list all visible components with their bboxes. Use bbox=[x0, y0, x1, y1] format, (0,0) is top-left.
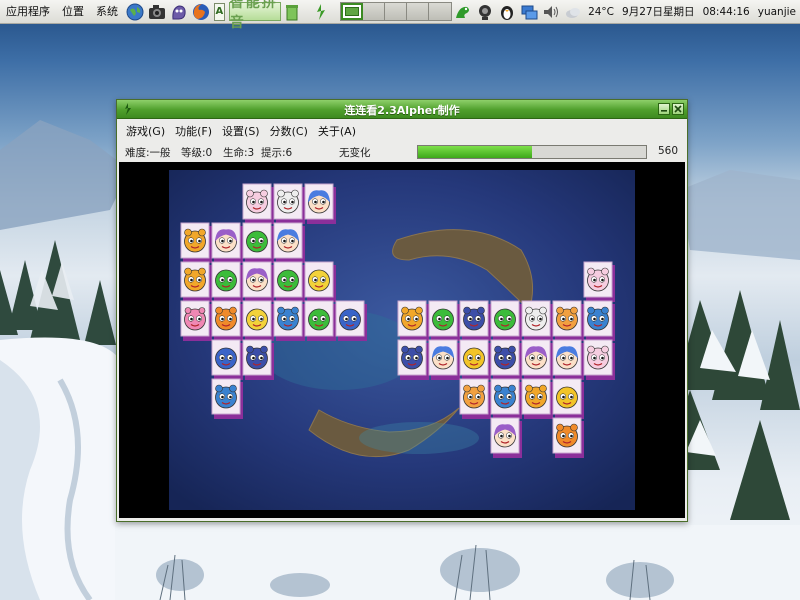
tile-greenfrog[interactable] bbox=[211, 261, 243, 302]
camera-icon[interactable] bbox=[147, 2, 167, 22]
workspace-switcher[interactable] bbox=[340, 2, 453, 21]
system-menu[interactable]: 系统 bbox=[90, 0, 124, 24]
tile-purplegirl[interactable] bbox=[211, 222, 243, 263]
tile-pinkrabbit[interactable] bbox=[180, 300, 212, 341]
difficulty-label: 难度:一般 bbox=[125, 147, 171, 159]
webcam-icon[interactable] bbox=[475, 2, 495, 22]
trash-icon[interactable] bbox=[282, 2, 302, 22]
game-board bbox=[169, 170, 635, 510]
window-title: 连连看2.3Alpher制作 bbox=[344, 104, 460, 117]
tile-bluecat[interactable] bbox=[397, 339, 429, 380]
tile-bluecat[interactable] bbox=[490, 339, 522, 380]
tile-orangelion[interactable] bbox=[211, 300, 243, 341]
tile-orangelion[interactable] bbox=[552, 417, 584, 458]
workspace-1[interactable] bbox=[341, 3, 364, 20]
minimize-button[interactable] bbox=[658, 103, 670, 115]
tile-bluedog[interactable] bbox=[490, 378, 522, 419]
earth-icon[interactable] bbox=[125, 2, 145, 22]
change-label: 无变化 bbox=[339, 147, 371, 159]
applications-menu[interactable]: 应用程序 bbox=[0, 0, 56, 24]
tile-pinkcat[interactable] bbox=[583, 261, 615, 302]
tile-greenfrog[interactable] bbox=[242, 222, 274, 263]
time-label[interactable]: 08:44:16 bbox=[699, 6, 754, 18]
close-icon bbox=[674, 105, 682, 113]
close-button[interactable] bbox=[672, 103, 684, 115]
tile-yellowcat[interactable] bbox=[397, 300, 429, 341]
tile-blueshark[interactable] bbox=[335, 300, 367, 341]
menu-about[interactable]: 关于(A) bbox=[313, 123, 361, 139]
menu-score[interactable]: 分数(C) bbox=[265, 123, 313, 139]
tile-yellowcat[interactable] bbox=[180, 222, 212, 263]
lives-label: 生命:3 bbox=[223, 147, 255, 159]
top-panel: 应用程序 位置 系统 A 智能拼音 24°C 9月27日星期日 08:44:16… bbox=[0, 0, 800, 31]
tile-bluedog[interactable] bbox=[273, 300, 305, 341]
workspace-3[interactable] bbox=[385, 3, 408, 20]
workspace-4[interactable] bbox=[407, 3, 430, 20]
firefox-icon[interactable] bbox=[191, 2, 211, 22]
dragon-icon[interactable] bbox=[453, 2, 473, 22]
pidgin-icon[interactable] bbox=[169, 2, 189, 22]
tile-yellowchick[interactable] bbox=[304, 261, 336, 302]
menu-game[interactable]: 游戏(G) bbox=[121, 123, 170, 139]
tile-purplegirl[interactable] bbox=[242, 261, 274, 302]
tile-yellowcat[interactable] bbox=[180, 261, 212, 302]
hints-label: 提示:6 bbox=[261, 147, 293, 159]
workspace-2[interactable] bbox=[363, 3, 386, 20]
tile-greenfrog[interactable] bbox=[304, 300, 336, 341]
workspace-window-thumb bbox=[345, 7, 360, 16]
score-value: 560 bbox=[658, 145, 679, 157]
menu-settings[interactable]: 设置(S) bbox=[217, 123, 265, 139]
ime-label: 智能拼音 bbox=[229, 0, 278, 31]
tile-yellowcat[interactable] bbox=[521, 378, 553, 419]
temperature[interactable]: 24°C bbox=[584, 6, 618, 18]
volume-icon[interactable] bbox=[541, 2, 561, 22]
leaf-icon[interactable] bbox=[311, 2, 331, 22]
tile-greenfrog[interactable] bbox=[490, 300, 522, 341]
tile-whitedog[interactable] bbox=[521, 300, 553, 341]
tile-bluedog[interactable] bbox=[211, 378, 243, 419]
weather-cloud-icon[interactable] bbox=[563, 2, 583, 22]
tile-bluegirl[interactable] bbox=[273, 222, 305, 263]
minimize-icon bbox=[661, 110, 667, 112]
game-board-area bbox=[119, 162, 685, 518]
status-bar: 难度:一般 等级:0 生命:3 提示:6 无变化 560 bbox=[117, 142, 687, 162]
game-window: 连连看2.3Alpher制作 游戏(G) 功能(F) 设置(S) 分数(C) 关… bbox=[116, 99, 688, 522]
tile-blueshark[interactable] bbox=[211, 339, 243, 380]
tile-pinkcat[interactable] bbox=[242, 183, 274, 224]
places-menu[interactable]: 位置 bbox=[56, 0, 90, 24]
penguin-icon[interactable] bbox=[497, 2, 517, 22]
window-titlebar[interactable]: 连连看2.3Alpher制作 bbox=[117, 100, 687, 119]
time-progress-bar bbox=[417, 145, 647, 159]
tile-bluegirl[interactable] bbox=[428, 339, 460, 380]
tile-bluegirl[interactable] bbox=[552, 339, 584, 380]
time-progress-fill bbox=[418, 146, 532, 158]
network-icon[interactable] bbox=[519, 2, 539, 22]
language-indicator[interactable]: A bbox=[214, 2, 225, 21]
language-label: A bbox=[215, 6, 224, 17]
tile-orangemonkey[interactable] bbox=[552, 300, 584, 341]
tile-greenfrog[interactable] bbox=[428, 300, 460, 341]
tile-purplegirl[interactable] bbox=[521, 339, 553, 380]
ime-banner[interactable]: 智能拼音 bbox=[228, 0, 282, 31]
tile-bluedog[interactable] bbox=[583, 300, 615, 341]
reef-shallows-bottom bbox=[359, 422, 479, 454]
tile-yellowfish[interactable] bbox=[552, 378, 584, 419]
workspace-5[interactable] bbox=[429, 3, 452, 20]
tile-yellowfish[interactable] bbox=[459, 339, 491, 380]
date-label[interactable]: 9月27日星期日 bbox=[618, 4, 699, 19]
tile-yellowchick[interactable] bbox=[242, 300, 274, 341]
menu-bar: 游戏(G) 功能(F) 设置(S) 分数(C) 关于(A) bbox=[117, 120, 687, 142]
tile-purplegirl[interactable] bbox=[490, 417, 522, 458]
tile-bluegirl[interactable] bbox=[304, 183, 336, 224]
tile-bluecat[interactable] bbox=[459, 300, 491, 341]
tile-whitedog[interactable] bbox=[273, 183, 305, 224]
tile-orangemonkey[interactable] bbox=[459, 378, 491, 419]
tile-greenfrog[interactable] bbox=[273, 261, 305, 302]
menu-function[interactable]: 功能(F) bbox=[170, 123, 217, 139]
tile-pinkcat[interactable] bbox=[583, 339, 615, 380]
level-label: 等级:0 bbox=[181, 147, 213, 159]
tile-bluecat[interactable] bbox=[242, 339, 274, 380]
user-label[interactable]: yuanjie bbox=[754, 6, 800, 18]
